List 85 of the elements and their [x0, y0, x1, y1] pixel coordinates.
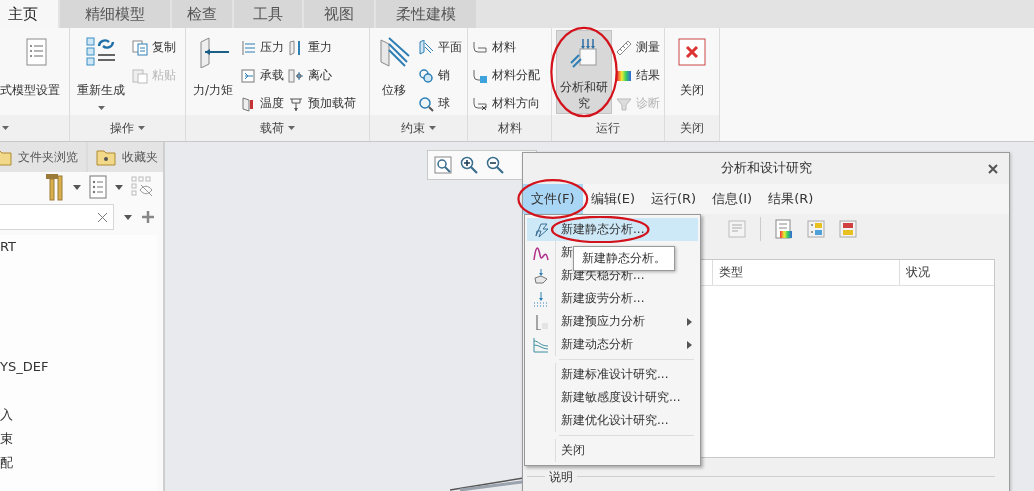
folder-icon	[96, 148, 116, 166]
wave-icon	[533, 244, 549, 261]
ribbon-tab[interactable]: 精细模型	[60, 0, 170, 28]
ribbon-button[interactable]: 压力	[240, 38, 285, 57]
paste-icon	[132, 67, 148, 84]
close-icon[interactable]	[988, 164, 998, 174]
menu-item[interactable]: 编辑(E)	[582, 183, 643, 214]
ribbon-button[interactable]: 预加载荷	[288, 94, 357, 113]
group-label: 运行	[596, 119, 620, 137]
ribbon-tab[interactable]: 视图	[304, 0, 374, 28]
group-label: 操作	[110, 119, 134, 137]
caret-icon	[73, 184, 81, 190]
ribbon-tab[interactable]: 工具	[234, 0, 302, 28]
menu-item[interactable]: 新建疲劳分析...	[527, 287, 698, 310]
ribbon-tab[interactable]: 柔性建模	[376, 0, 476, 28]
tree-item[interactable]: YS_DEF	[0, 359, 49, 374]
panel-tab[interactable]: 收藏夹	[88, 142, 163, 172]
group-label: 关闭	[680, 119, 704, 137]
ribbon-button[interactable]: 分析和研究	[556, 30, 612, 114]
force-arrow-icon	[197, 36, 229, 68]
ribbon-button[interactable]: 模型设置	[12, 30, 60, 114]
ribbon-button[interactable]: 关闭	[672, 30, 712, 114]
caret-icon	[124, 214, 132, 220]
ribbon-button[interactable]: 测量	[616, 38, 660, 57]
column-header[interactable]: 类型	[712, 260, 899, 286]
ribbon-button[interactable]: 力/力矩	[190, 30, 237, 114]
ribbon-tab[interactable]: 检查	[172, 0, 232, 28]
ribbon-button[interactable]: 位移	[374, 30, 414, 114]
funnel-icon	[616, 95, 632, 112]
zoom-out-icon	[486, 156, 504, 174]
ribbon-button[interactable]: 复制	[132, 38, 176, 57]
ribbon-button[interactable]: 重力	[288, 38, 357, 57]
group-label: 载荷	[260, 119, 284, 137]
search-field[interactable]	[0, 204, 114, 230]
ribbon-button[interactable]: 重新生成	[74, 30, 128, 114]
zoom-in-icon	[460, 156, 478, 174]
tree-item[interactable]: 入	[0, 407, 13, 422]
menu-item[interactable]: 新建动态分析	[527, 333, 698, 356]
panel-tab[interactable]: 文件夹浏览	[0, 142, 86, 172]
tree-item[interactable]: 配	[0, 455, 13, 470]
tooltip: 新建静态分析。	[573, 246, 675, 271]
curve-icon	[533, 336, 549, 353]
menu-item[interactable]: 新建标准设计研究...	[527, 363, 698, 386]
ribbon-button[interactable]: 承载	[240, 66, 285, 85]
ribbon-button[interactable]: 温度	[240, 94, 285, 113]
tools-icon	[43, 172, 65, 202]
ribbon-button[interactable]: 销	[418, 66, 462, 85]
menu-item[interactable]: 新建静态分析...	[527, 218, 698, 241]
ribbon-button[interactable]: 离心	[288, 66, 357, 85]
results-compare-icon	[839, 220, 857, 238]
menu-item[interactable]: 运行(R)	[643, 183, 705, 214]
results-color-icon	[807, 220, 825, 238]
ruler-icon	[616, 39, 632, 56]
column-header[interactable]: 状况	[899, 260, 994, 286]
close-icon	[676, 36, 708, 68]
add-icon	[142, 211, 154, 223]
zoom-fit-icon	[434, 156, 452, 174]
ribbon-button[interactable]: 平面	[418, 38, 462, 57]
clear-icon	[98, 212, 107, 222]
menu-item[interactable]: 新建预应力分析	[527, 310, 698, 333]
ribbon-tab[interactable]: 主页	[0, 0, 58, 28]
ribbon-button[interactable]: 结果	[616, 66, 660, 85]
report-icon	[728, 220, 746, 238]
ribbon-button[interactable]: 材料	[472, 38, 540, 57]
ribbon-button[interactable]: 球	[418, 94, 462, 113]
tree-item[interactable]: 束	[0, 431, 13, 446]
menu-item[interactable]: 结果(R)	[760, 183, 822, 214]
menu-item[interactable]: 新建敏感度设计研究...	[527, 386, 698, 409]
caret-icon	[115, 184, 123, 190]
group-label: 材料	[497, 119, 522, 137]
lightning-icon	[533, 221, 549, 238]
copy-icon	[132, 39, 148, 56]
ribbon-button[interactable]: 材料分配	[472, 66, 540, 85]
ribbon-button[interactable]: 材料方向	[472, 94, 540, 113]
window-title: 分析和设计研究	[720, 159, 812, 178]
menu-item[interactable]: 信息(I)	[704, 183, 761, 214]
menu-item[interactable]: 新建优化设计研究...	[527, 409, 698, 432]
group-label: 约束	[401, 119, 425, 137]
menu-item[interactable]: 关闭	[527, 439, 698, 462]
button-label: 式	[0, 82, 12, 99]
results-list-icon	[775, 219, 793, 239]
list-icon	[89, 175, 107, 199]
group-label: 说明	[545, 468, 577, 486]
tree-item[interactable]: RT	[0, 239, 17, 254]
hidden-items-icon	[131, 176, 153, 198]
